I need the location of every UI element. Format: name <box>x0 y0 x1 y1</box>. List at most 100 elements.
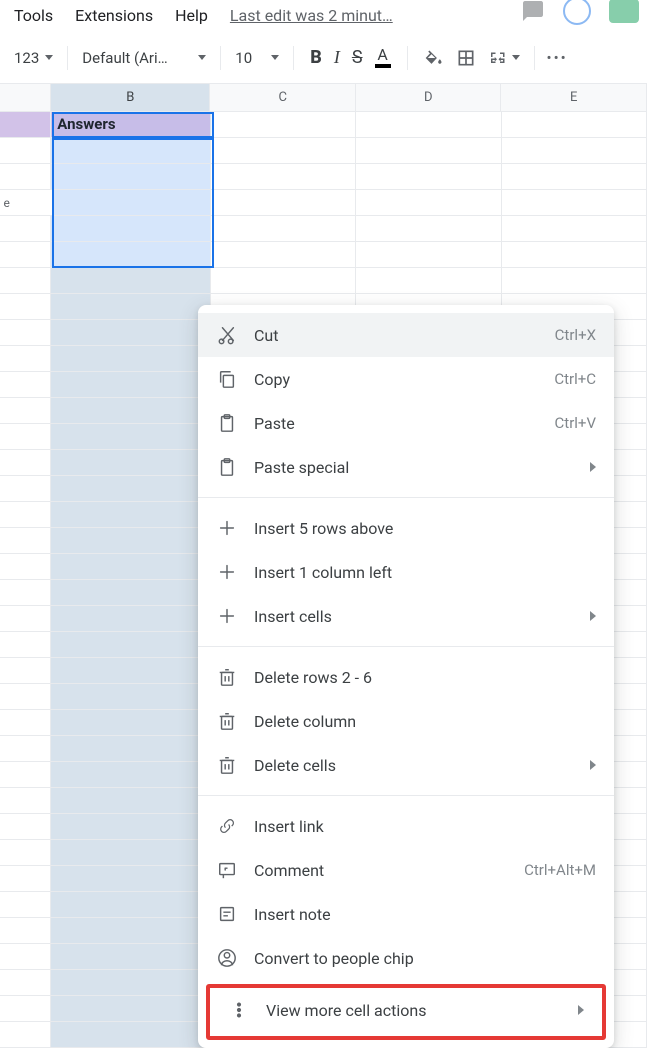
cell[interactable] <box>356 216 502 241</box>
cell[interactable] <box>0 164 51 189</box>
number-format-dropdown[interactable]: 123 <box>6 43 61 73</box>
cell[interactable] <box>0 554 51 579</box>
cell[interactable] <box>0 450 51 475</box>
font-family-dropdown[interactable]: Default (Ari… <box>74 43 214 73</box>
cell[interactable] <box>0 840 51 865</box>
cell[interactable] <box>0 398 51 423</box>
cell[interactable] <box>0 294 51 319</box>
cell[interactable] <box>51 476 210 501</box>
column-header-blank[interactable] <box>0 84 51 111</box>
cell[interactable] <box>502 216 647 241</box>
cell[interactable] <box>51 814 210 839</box>
cell[interactable] <box>51 216 210 241</box>
cell[interactable] <box>356 164 502 189</box>
cell[interactable] <box>51 398 210 423</box>
cell[interactable] <box>0 970 51 995</box>
borders-button[interactable] <box>450 43 482 73</box>
cell[interactable] <box>0 372 51 397</box>
cell[interactable] <box>0 736 51 761</box>
cell[interactable] <box>211 242 357 267</box>
strikethrough-button[interactable]: S <box>346 43 369 73</box>
cell[interactable] <box>356 138 502 163</box>
menu-extensions[interactable]: Extensions <box>65 2 163 29</box>
cell[interactable] <box>0 268 51 293</box>
cell[interactable] <box>0 320 51 345</box>
cell[interactable] <box>0 866 51 891</box>
cell[interactable] <box>0 580 51 605</box>
cell[interactable] <box>502 190 647 215</box>
cell[interactable] <box>0 1022 51 1047</box>
cell[interactable] <box>502 268 647 293</box>
cell[interactable] <box>51 138 210 163</box>
cell[interactable] <box>51 1022 210 1047</box>
cell[interactable] <box>502 242 647 267</box>
cell[interactable] <box>0 138 51 163</box>
cell[interactable] <box>0 424 51 449</box>
cell[interactable] <box>0 814 51 839</box>
cell[interactable] <box>211 190 356 215</box>
column-header-b[interactable]: B <box>51 84 210 111</box>
merge-cells-button[interactable] <box>482 43 514 73</box>
cell[interactable] <box>0 788 51 813</box>
menu-item-view-more-cell-actions[interactable]: View more cell actions <box>210 988 602 1032</box>
more-toolbar-button[interactable]: ••• <box>541 43 574 73</box>
font-size-dropdown[interactable]: 10 <box>227 43 287 73</box>
italic-button[interactable]: I <box>328 43 346 73</box>
cell[interactable] <box>0 476 51 501</box>
cell[interactable] <box>211 164 357 189</box>
cell[interactable] <box>51 632 210 657</box>
cell[interactable] <box>51 788 210 813</box>
menu-help[interactable]: Help <box>165 2 218 29</box>
cell[interactable] <box>51 164 210 189</box>
cell[interactable] <box>51 866 210 891</box>
cell[interactable] <box>356 112 502 137</box>
cell[interactable] <box>51 710 210 735</box>
cell[interactable] <box>0 242 51 267</box>
menu-item-copy[interactable]: CopyCtrl+C <box>198 357 614 401</box>
cell[interactable] <box>0 528 51 553</box>
cell[interactable] <box>51 450 210 475</box>
menu-item-insert-cells[interactable]: Insert cells <box>198 594 614 638</box>
cell[interactable] <box>0 606 51 631</box>
menu-item-paste[interactable]: PasteCtrl+V <box>198 401 614 445</box>
cell[interactable] <box>502 164 647 189</box>
fill-color-button[interactable] <box>418 43 450 73</box>
cell[interactable] <box>51 424 210 449</box>
bold-button[interactable]: B <box>304 43 328 73</box>
cell[interactable] <box>51 996 210 1021</box>
column-header-e[interactable]: E <box>501 84 647 111</box>
menu-item-delete-cells[interactable]: Delete cells <box>198 743 614 787</box>
cell[interactable] <box>0 892 51 917</box>
cell[interactable] <box>0 216 51 241</box>
cell[interactable] <box>51 762 210 787</box>
cell[interactable] <box>51 918 210 943</box>
cell[interactable] <box>51 840 210 865</box>
cell[interactable] <box>51 970 210 995</box>
cell[interactable] <box>0 346 51 371</box>
text-color-button[interactable]: A <box>369 43 397 73</box>
cell[interactable] <box>51 554 210 579</box>
cell[interactable] <box>211 268 357 293</box>
cell[interactable] <box>51 346 210 371</box>
cell[interactable] <box>51 502 210 527</box>
last-edit-link[interactable]: Last edit was 2 minut… <box>220 2 403 29</box>
menu-tools[interactable]: Tools <box>4 2 63 29</box>
menu-item-insert-1-column-left[interactable]: Insert 1 column left <box>198 550 614 594</box>
menu-item-comment[interactable]: CommentCtrl+Alt+M <box>198 848 614 892</box>
column-header-d[interactable]: D <box>356 84 502 111</box>
cell[interactable] <box>502 138 647 163</box>
cell[interactable] <box>51 242 210 267</box>
cell[interactable] <box>51 372 210 397</box>
cell[interactable] <box>0 658 51 683</box>
cell[interactable] <box>51 684 210 709</box>
cell[interactable] <box>51 606 210 631</box>
cell[interactable] <box>0 112 51 137</box>
cell[interactable] <box>0 632 51 657</box>
cell[interactable] <box>51 320 210 345</box>
cell[interactable] <box>0 996 51 1021</box>
cell[interactable] <box>51 580 210 605</box>
cell[interactable] <box>51 268 210 293</box>
cell[interactable] <box>51 736 210 761</box>
menu-item-cut[interactable]: CutCtrl+X <box>198 313 614 357</box>
cell[interactable] <box>51 294 210 319</box>
